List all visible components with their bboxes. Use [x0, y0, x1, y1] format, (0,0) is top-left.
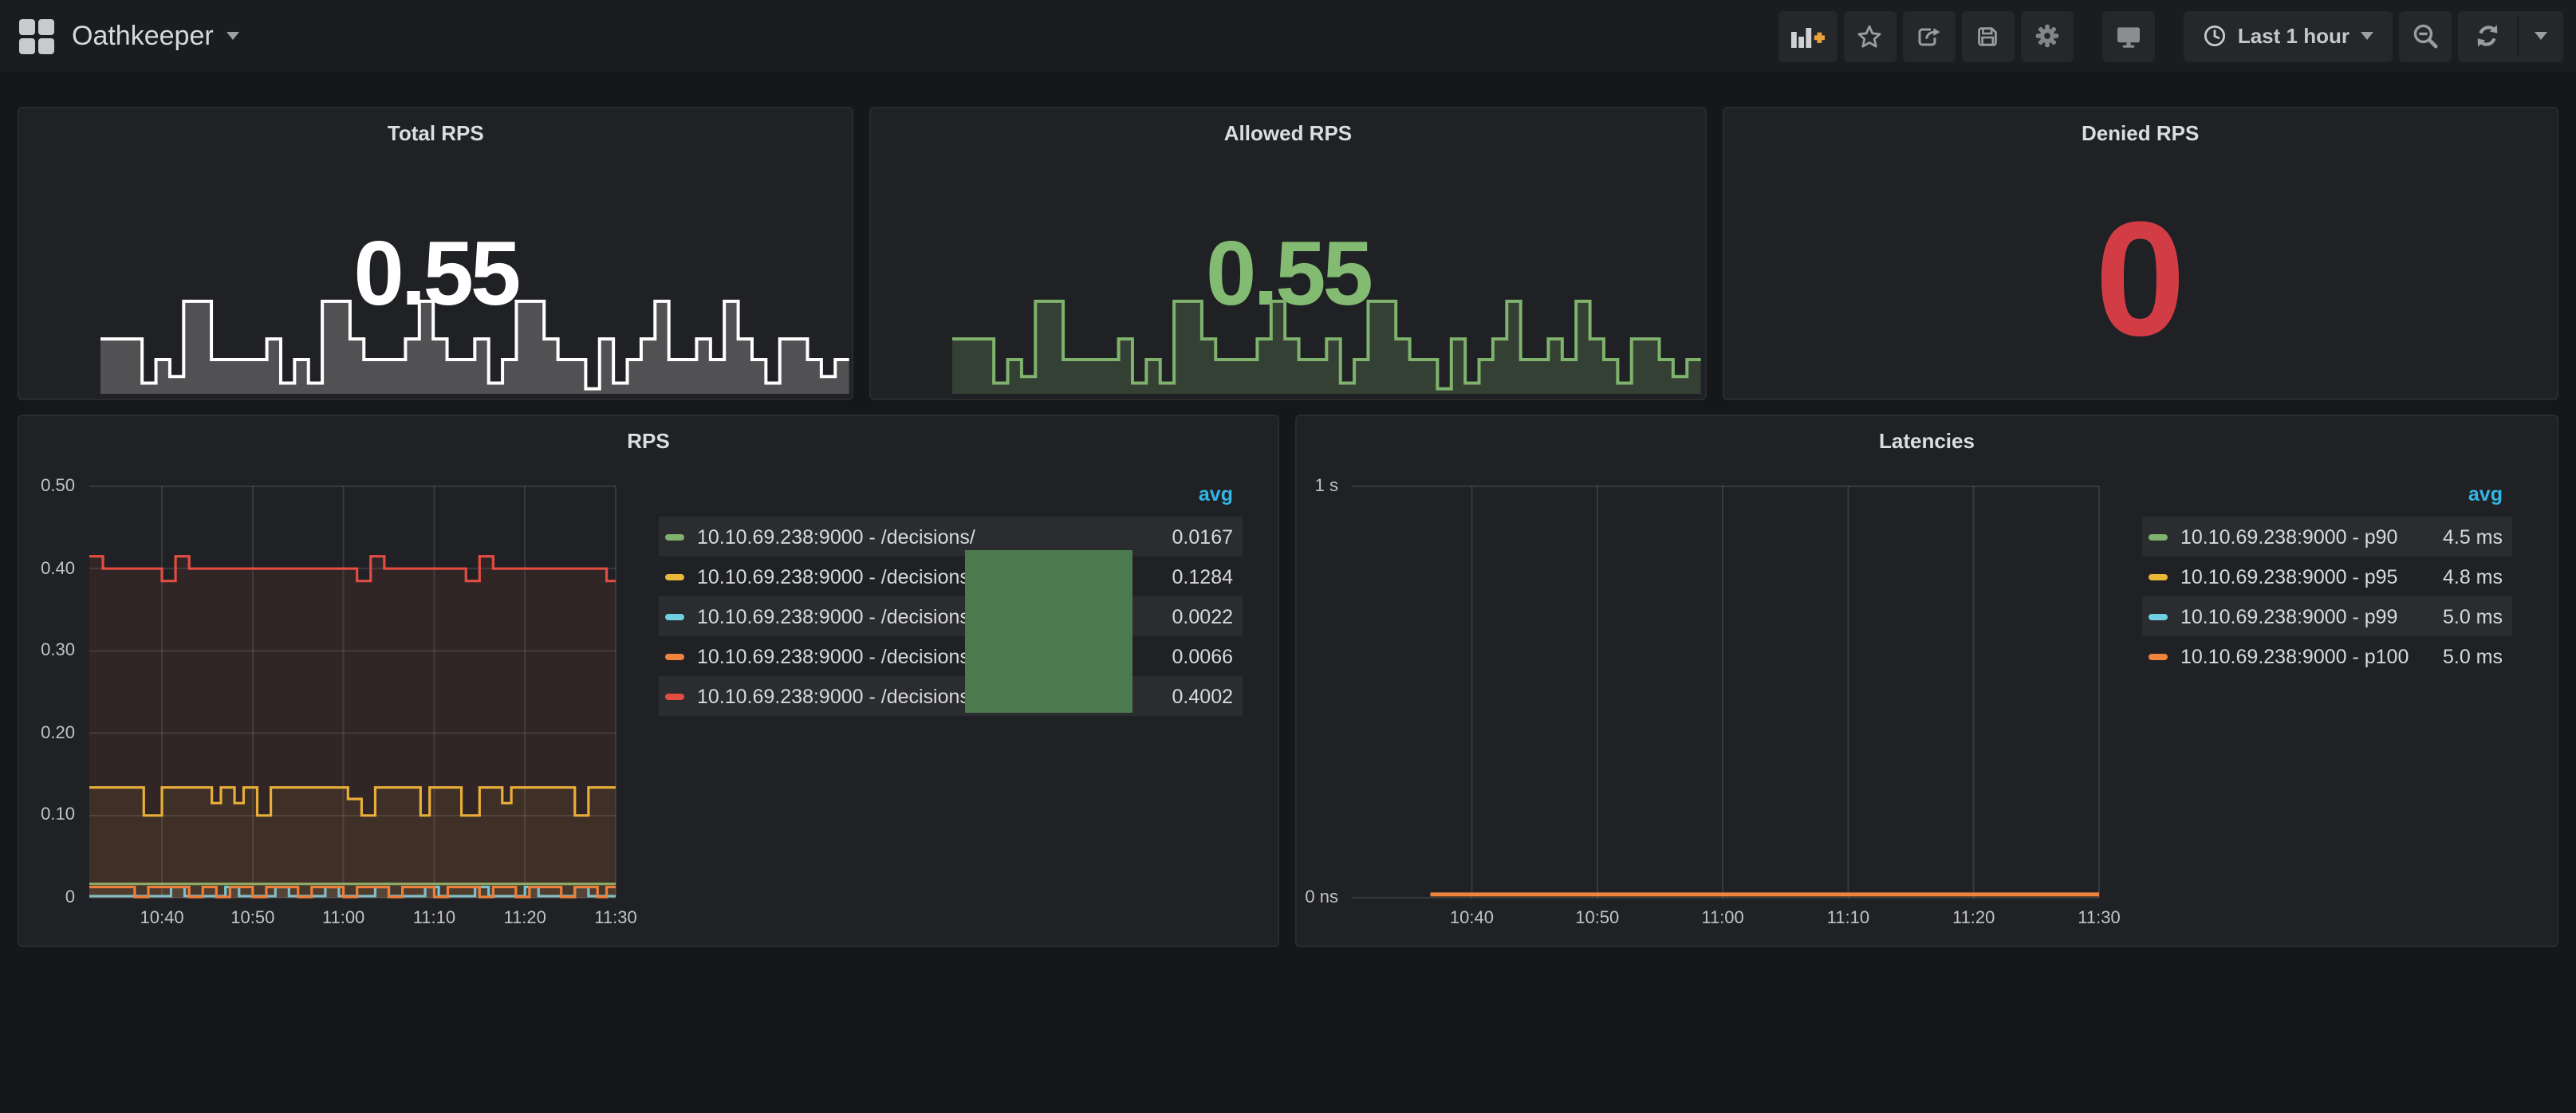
latencies-legend: avg 10.10.69.238:9000 - p90 4.5 ms 10.10…: [2142, 483, 2512, 676]
x-axis-tick: 11:10: [1803, 909, 1893, 930]
x-axis-tick: 11:10: [389, 909, 479, 930]
legend-row[interactable]: 10.10.69.238:9000 - p99 5.0 ms: [2142, 596, 2512, 636]
x-axis-tick: 10:50: [208, 909, 297, 930]
sparkline: [100, 295, 849, 394]
save-icon: [1975, 23, 2001, 49]
dashboard-title-text: Oathkeeper: [72, 20, 214, 52]
chevron-down-icon: [2535, 32, 2547, 40]
refresh-interval-dropdown[interactable]: [2519, 10, 2563, 61]
y-axis-tick: 0.50: [19, 477, 75, 498]
refresh-split-button: [2458, 10, 2563, 61]
x-axis-tick: 11:20: [480, 909, 569, 930]
stat-panel-total-rps: Total RPS 0.55: [18, 107, 854, 400]
series-swatch: [665, 693, 684, 699]
star-button[interactable]: [1844, 10, 1897, 61]
star-icon: [1857, 23, 1883, 49]
panel-title[interactable]: Allowed RPS: [872, 121, 1705, 145]
x-axis-tick: 10:40: [1427, 909, 1516, 930]
x-axis-tick: 11:20: [1929, 909, 2019, 930]
panel-title[interactable]: Total RPS: [19, 121, 853, 145]
graphs-row: RPS avg 10.10.69.238:9000 - /decisions/ …: [18, 415, 2558, 947]
series-fill-decisions-red: [89, 556, 616, 898]
stats-row: Total RPS 0.55 Allowed RPS 0.55 Denied R…: [18, 107, 2558, 400]
gear-icon: [2034, 22, 2061, 49]
legend-row[interactable]: 10.10.69.238:9000 - /decisions/ 0.1284: [659, 556, 1243, 596]
graph-panel-rps: RPS avg 10.10.69.238:9000 - /decisions/ …: [18, 415, 1279, 947]
time-picker-button[interactable]: Last 1 hour: [2184, 10, 2393, 61]
series-swatch: [665, 533, 684, 540]
legend-row[interactable]: 10.10.69.238:9000 - /decisions/ 0.0167: [659, 517, 1243, 556]
monitor-icon: [2115, 23, 2142, 49]
series-swatch: [2149, 613, 2168, 619]
save-button[interactable]: [1962, 10, 2015, 61]
y-axis-tick: 0 ns: [1297, 888, 1338, 909]
zoom-out-icon: [2412, 22, 2439, 49]
series-swatch: [665, 653, 684, 659]
x-axis-tick: 11:30: [2054, 909, 2144, 930]
legend-avg-header[interactable]: avg: [659, 483, 1243, 517]
rps-plot-area[interactable]: [89, 486, 616, 898]
share-button[interactable]: [1903, 10, 1956, 61]
y-axis-tick: 1 s: [1297, 477, 1338, 498]
legend-row[interactable]: 10.10.69.238:9000 - p95 4.8 ms: [2142, 556, 2512, 596]
add-panel-icon: [1791, 23, 1825, 49]
x-axis-tick: 11:00: [299, 909, 388, 930]
y-axis-tick: 0.30: [19, 641, 75, 662]
x-axis-tick: 10:40: [117, 909, 207, 930]
y-axis-tick: 0: [19, 888, 75, 909]
graph-panel-latencies: Latencies avg 10.10.69.238:9000 - p90 4.…: [1295, 415, 2558, 947]
stat-value: 0: [1723, 198, 2557, 360]
cycle-view-button[interactable]: [2102, 10, 2155, 61]
legend-row[interactable]: 10.10.69.238:9000 - /decisions/ 0.0066: [659, 636, 1243, 676]
stat-panel-allowed-rps: Allowed RPS 0.55: [870, 107, 1707, 400]
series-swatch: [2149, 653, 2168, 659]
legend-row[interactable]: 10.10.69.238:9000 - p90 4.5 ms: [2142, 517, 2512, 556]
series-swatch: [665, 613, 684, 619]
dashboard-grid-icon[interactable]: [19, 18, 54, 53]
stat-panel-denied-rps: Denied RPS 0: [1722, 107, 2558, 400]
panel-title[interactable]: Denied RPS: [1723, 121, 2557, 145]
x-axis-tick: 11:30: [571, 909, 660, 930]
y-axis-tick: 0.40: [19, 559, 75, 580]
x-axis-tick: 10:50: [1553, 909, 1642, 930]
share-icon: [1916, 23, 1942, 49]
dashboard-canvas: Total RPS 0.55 Allowed RPS 0.55 Denied R…: [0, 72, 2576, 947]
clock-icon: [2203, 24, 2227, 48]
legend-row[interactable]: 10.10.69.238:9000 - p100 5.0 ms: [2142, 636, 2512, 676]
legend-avg-header[interactable]: avg: [2142, 483, 2512, 517]
time-range-label: Last 1 hour: [2238, 24, 2350, 48]
zoom-out-button[interactable]: [2399, 10, 2452, 61]
series-swatch: [2149, 573, 2168, 580]
refresh-icon: [2474, 22, 2501, 49]
legend-row[interactable]: 10.10.69.238:9000 - /decisions/ 0.0022: [659, 596, 1243, 636]
y-axis-tick: 0.20: [19, 724, 75, 745]
chevron-down-icon: [226, 32, 239, 40]
navbar: Oathkeeper: [0, 0, 2576, 72]
settings-button[interactable]: [2021, 10, 2074, 61]
y-axis-tick: 0.10: [19, 806, 75, 827]
latencies-plot-area[interactable]: [1353, 486, 2099, 898]
add-panel-button[interactable]: [1778, 10, 1837, 61]
series-swatch: [665, 573, 684, 580]
sparkline: [953, 295, 1702, 394]
x-axis-tick: 11:00: [1678, 909, 1767, 930]
series-swatch: [2149, 533, 2168, 540]
dashboard-title[interactable]: Oathkeeper: [72, 20, 239, 52]
green-overlay-box: [965, 550, 1132, 713]
legend-row[interactable]: 10.10.69.238:9000 - /decisions/ 0.4002: [659, 676, 1243, 716]
chevron-down-icon: [2361, 32, 2373, 40]
rps-legend: avg 10.10.69.238:9000 - /decisions/ 0.01…: [659, 483, 1243, 716]
refresh-button[interactable]: [2458, 10, 2517, 61]
